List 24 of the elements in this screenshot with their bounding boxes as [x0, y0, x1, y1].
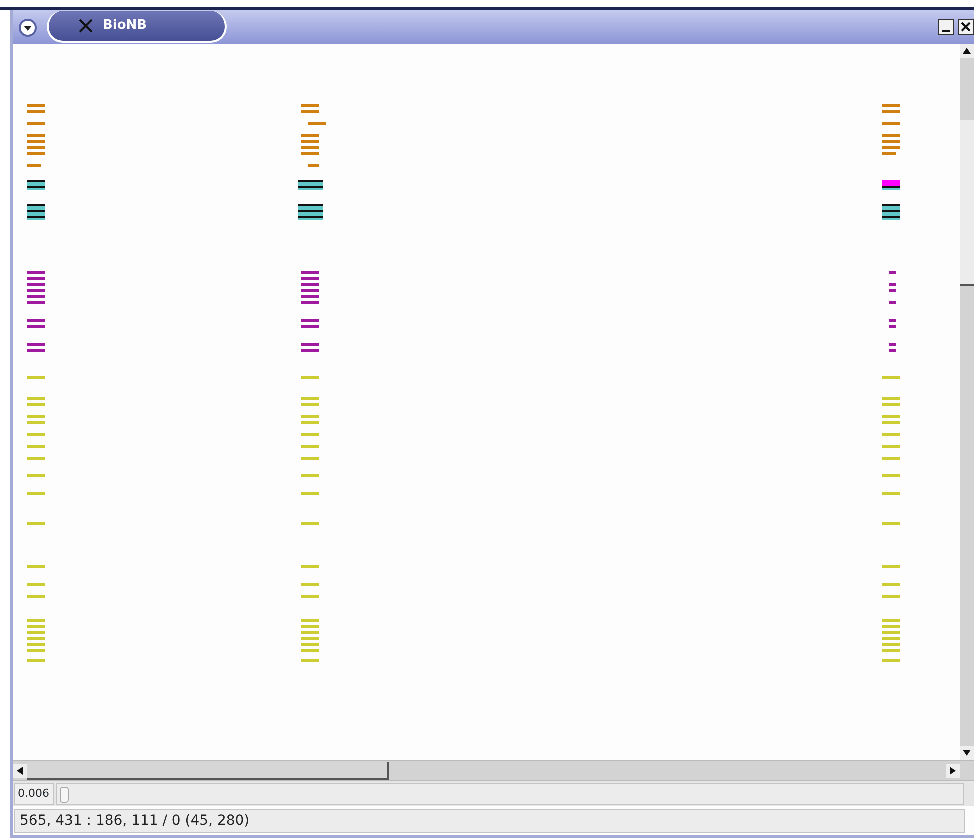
status-bar: 565, 431 : 186, 111 / 0 (45, 280)	[14, 809, 965, 833]
scroll-down-button[interactable]	[960, 746, 974, 760]
vertical-scrollbar[interactable]	[960, 44, 974, 760]
scroll-left-button[interactable]	[13, 764, 27, 778]
horizontal-scrollbar[interactable]	[13, 760, 974, 780]
up-arrow-icon	[963, 48, 971, 54]
close-icon	[961, 22, 971, 32]
scroll-up-button[interactable]	[960, 44, 974, 58]
window-title: BioNB	[103, 17, 148, 36]
left-arrow-icon	[17, 766, 23, 774]
zoom-value: 0.006	[14, 782, 54, 804]
caret-icon	[23, 24, 33, 32]
down-arrow-icon	[963, 750, 971, 756]
slider-thumb[interactable]	[60, 786, 68, 802]
scroll-thumb[interactable]	[27, 762, 389, 780]
minimize-button[interactable]	[938, 19, 954, 35]
zoom-slider[interactable]	[56, 782, 964, 804]
scroll-thumb[interactable]	[960, 120, 974, 286]
window-menu-button[interactable]	[19, 19, 37, 37]
close-button[interactable]	[958, 19, 974, 35]
right-arrow-icon	[950, 766, 956, 774]
minimize-icon	[942, 30, 950, 32]
x-logo-icon	[79, 19, 93, 33]
scroll-right-button[interactable]	[946, 764, 960, 778]
